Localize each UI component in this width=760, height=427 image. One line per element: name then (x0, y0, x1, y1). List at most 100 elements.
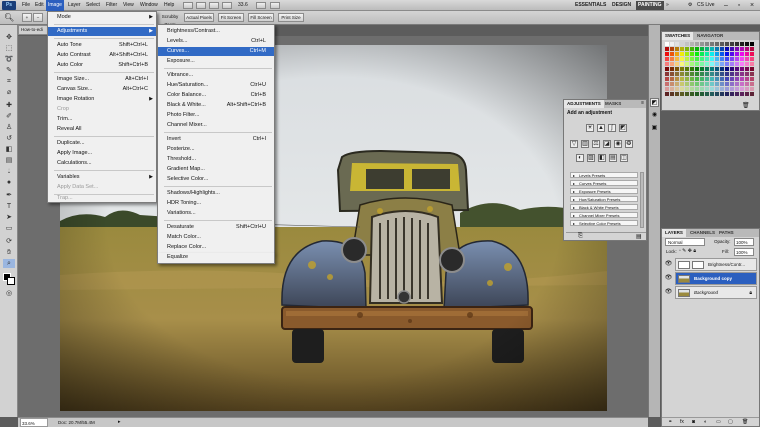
swatch[interactable] (710, 87, 714, 91)
swatch[interactable] (715, 57, 719, 61)
swatch[interactable] (725, 87, 729, 91)
swatch[interactable] (670, 67, 674, 71)
swatch[interactable] (740, 42, 744, 46)
swatch[interactable] (700, 47, 704, 51)
swatch[interactable] (720, 67, 724, 71)
swatch[interactable] (705, 87, 709, 91)
swatch[interactable] (700, 92, 704, 96)
menu-item-trim[interactable]: Trim... (48, 115, 156, 124)
blur-tool-icon[interactable]: 💧︎ (3, 167, 15, 176)
menu-window[interactable]: Window (138, 0, 160, 11)
swatch[interactable] (685, 62, 689, 66)
swatch[interactable] (670, 72, 674, 76)
quick-select-tool-icon[interactable]: ✎ (3, 66, 15, 75)
zoom-level[interactable]: 33.6 (236, 0, 250, 11)
menu-item-auto-tone[interactable]: Auto Tone Shift+Ctrl+L (48, 41, 156, 50)
swatch[interactable] (730, 62, 734, 66)
swatch[interactable] (680, 62, 684, 66)
menu-edit[interactable]: Edit (33, 0, 46, 11)
swatch[interactable] (690, 77, 694, 81)
swatch[interactable] (730, 77, 734, 81)
tab-swatches[interactable]: SWATCHES (662, 32, 694, 40)
layer-row-background-copy[interactable]: Background copy (675, 272, 757, 285)
fit-screen-button[interactable]: Fit Screen (218, 13, 244, 22)
swatch[interactable] (670, 62, 674, 66)
threshold-icon[interactable]: ◧ (598, 154, 606, 162)
swatch[interactable] (695, 92, 699, 96)
swatch[interactable] (725, 57, 729, 61)
3d-rotate-tool-icon[interactable]: ⟳ (3, 237, 15, 246)
swatch[interactable] (735, 82, 739, 86)
swatch[interactable] (695, 77, 699, 81)
swatch[interactable] (715, 62, 719, 66)
menu-item-variables[interactable]: Variables ▶ (48, 173, 156, 182)
restore-icon[interactable]: ▫ (733, 1, 745, 10)
menu-item-vibrance[interactable]: Vibrance... (158, 71, 274, 80)
swatch[interactable] (670, 52, 674, 56)
swatch[interactable] (725, 82, 729, 86)
swatch[interactable] (750, 82, 754, 86)
swatch[interactable] (740, 92, 744, 96)
swatch[interactable] (700, 52, 704, 56)
menu-layer[interactable]: Layer (66, 0, 83, 11)
presets-scrollbar[interactable] (640, 172, 644, 228)
swatch[interactable] (695, 87, 699, 91)
layer-row-background[interactable]: Background 🔒︎ (675, 286, 757, 299)
eraser-tool-icon[interactable]: ◧ (3, 145, 15, 154)
swatch[interactable] (705, 92, 709, 96)
menu-item-variations[interactable]: Variations... (158, 209, 274, 218)
tab-paths[interactable]: PATHS (716, 229, 737, 237)
menu-image[interactable]: Image (46, 0, 64, 11)
swatch[interactable] (740, 87, 744, 91)
swatch[interactable] (730, 67, 734, 71)
swatch[interactable] (675, 92, 679, 96)
menu-item-match-color[interactable]: Match Color... (158, 233, 274, 242)
swatch[interactable] (695, 42, 699, 46)
swatch[interactable] (750, 57, 754, 61)
swatch[interactable] (665, 57, 669, 61)
status-arrow-icon[interactable]: ▸ (118, 418, 121, 427)
menu-item-reveal-all[interactable]: Reveal All (48, 125, 156, 134)
menu-item-crop[interactable]: Crop (48, 105, 156, 114)
menu-item-image-size[interactable]: Image Size... Alt+Ctrl+I (48, 75, 156, 84)
preset-levels[interactable]: Levels Presets (570, 172, 638, 178)
swatch[interactable] (705, 57, 709, 61)
zoom-tool-icon[interactable]: ⌕ (3, 259, 15, 268)
swatch[interactable] (720, 57, 724, 61)
swatch[interactable] (710, 57, 714, 61)
swatch[interactable] (675, 72, 679, 76)
cs-live[interactable]: CS Live (695, 0, 717, 11)
menu-item-calculations[interactable]: Calculations... (48, 159, 156, 168)
menu-item-threshold[interactable]: Threshold... (158, 155, 274, 164)
swatch[interactable] (735, 57, 739, 61)
fill-screen-button[interactable]: Fill Screen (248, 13, 274, 22)
swatch[interactable] (740, 57, 744, 61)
swatch[interactable] (725, 67, 729, 71)
masks-dock-icon[interactable]: ◉ (650, 111, 659, 120)
hue-saturation-icon[interactable]: ▥ (581, 140, 589, 148)
workspace-painting[interactable]: PAINTING (636, 1, 664, 10)
swatch[interactable] (750, 77, 754, 81)
swatch[interactable] (680, 82, 684, 86)
tab-layers[interactable]: LAYERS (662, 229, 686, 237)
swatch[interactable] (695, 72, 699, 76)
swatch[interactable] (675, 57, 679, 61)
swatch[interactable] (685, 92, 689, 96)
swatch[interactable] (690, 42, 694, 46)
swatch[interactable] (745, 57, 749, 61)
menu-item-desaturate[interactable]: Desaturate Shift+Ctrl+U (158, 223, 274, 232)
arrange-documents-button[interactable] (256, 2, 266, 9)
swatch[interactable] (750, 87, 754, 91)
swatch[interactable] (730, 57, 734, 61)
swatch[interactable] (690, 92, 694, 96)
swatch[interactable] (715, 42, 719, 46)
swatch[interactable] (745, 82, 749, 86)
color-balance-icon[interactable]: ⚖ (592, 140, 600, 148)
swatch[interactable] (675, 87, 679, 91)
menu-item-duplicate[interactable]: Duplicate... (48, 139, 156, 148)
swatch[interactable] (710, 52, 714, 56)
swatch[interactable] (700, 87, 704, 91)
ps-app-icon[interactable]: Ps (2, 1, 16, 10)
swatch[interactable] (745, 47, 749, 51)
gradient-tool-icon[interactable]: ▤ (3, 156, 15, 165)
